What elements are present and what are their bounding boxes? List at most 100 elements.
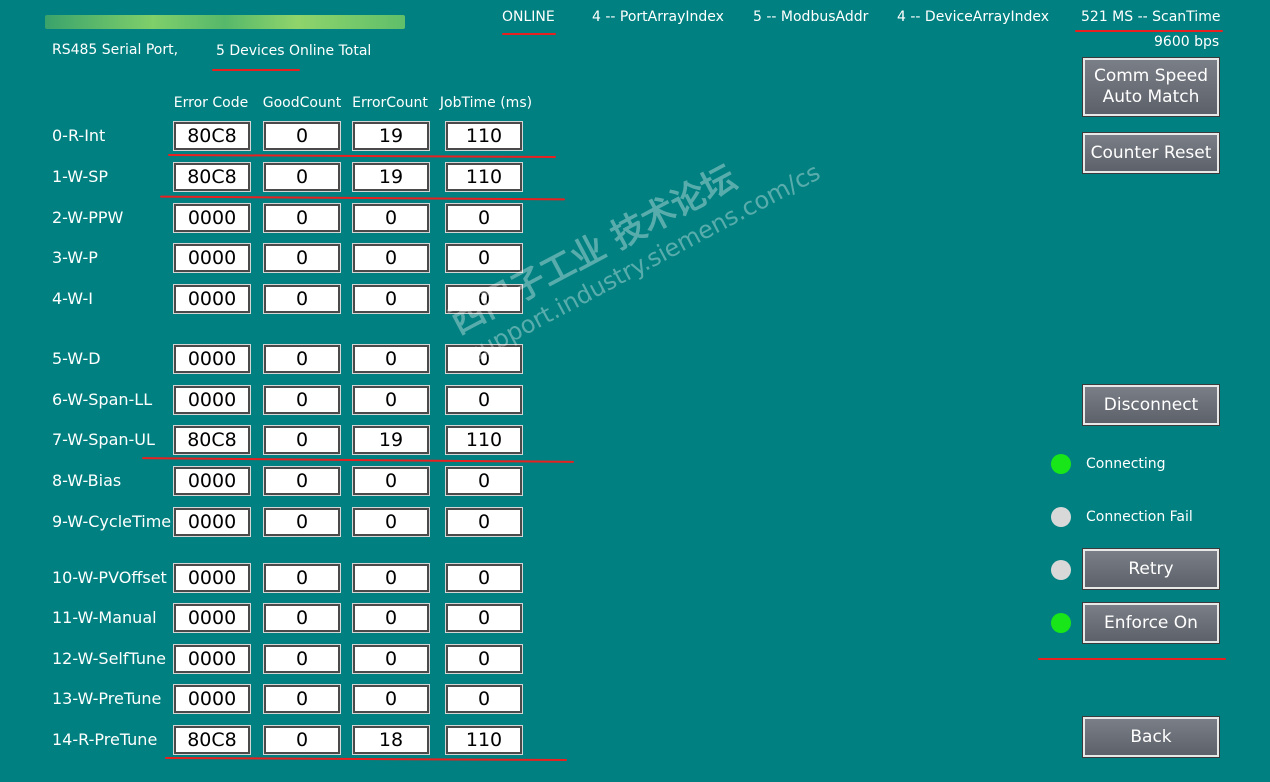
- job-time-field: 0: [445, 466, 523, 496]
- error-count-field: 0: [352, 385, 430, 415]
- error-count-field: 0: [352, 344, 430, 374]
- good-count-field: 0: [263, 121, 341, 151]
- job-time-field: 0: [445, 644, 523, 674]
- error-count-field: 0: [352, 603, 430, 633]
- row-label: 10-W-PVOffset: [52, 568, 167, 587]
- disconnect-button[interactable]: Disconnect: [1082, 384, 1220, 426]
- title-bar: [45, 15, 405, 29]
- job-time-field: 0: [445, 684, 523, 714]
- error-count-field: 19: [352, 425, 430, 455]
- annotation-underline: [164, 756, 568, 762]
- error-code-field: 0000: [173, 243, 251, 273]
- connecting-indicator-lamp: [1051, 454, 1071, 474]
- good-count-field: 0: [263, 344, 341, 374]
- row-label: 9-W-CycleTime: [52, 512, 172, 531]
- good-count-field: 0: [263, 203, 341, 233]
- error-code-field: 0000: [173, 603, 251, 633]
- good-count-field: 0: [263, 725, 341, 755]
- row-label: 1-W-SP: [52, 167, 109, 186]
- error-count-field: 0: [352, 507, 430, 537]
- retry-indicator-lamp: [1051, 560, 1071, 580]
- connecting-label: Connecting: [1086, 456, 1166, 472]
- good-count-field: 0: [263, 385, 341, 415]
- good-count-field: 0: [263, 162, 341, 192]
- error-code-field: 0000: [173, 644, 251, 674]
- annotation-underline: [502, 33, 556, 35]
- error-count-field: 0: [352, 203, 430, 233]
- scan-time: 521 MS -- ScanTime: [1081, 9, 1221, 25]
- row-label: 14-R-PreTune: [52, 730, 158, 749]
- job-time-field: 110: [445, 162, 523, 192]
- enforce-on-button[interactable]: Enforce On: [1082, 602, 1220, 644]
- col-header-error-code: Error Code: [173, 95, 249, 111]
- col-header-good-count: GoodCount: [262, 95, 342, 111]
- job-time-field: 110: [445, 725, 523, 755]
- good-count-field: 0: [263, 466, 341, 496]
- col-header-error-count: ErrorCount: [352, 95, 428, 111]
- port-array-index: 4 -- PortArrayIndex: [592, 9, 724, 25]
- annotation-underline: [141, 457, 575, 463]
- row-label: 12-W-SelfTune: [52, 649, 166, 668]
- error-count-field: 0: [352, 466, 430, 496]
- error-code-field: 0000: [173, 284, 251, 314]
- good-count-field: 0: [263, 284, 341, 314]
- job-time-field: 0: [445, 385, 523, 415]
- job-time-field: 110: [445, 425, 523, 455]
- good-count-field: 0: [263, 243, 341, 273]
- error-count-field: 19: [352, 121, 430, 151]
- good-count-field: 0: [263, 644, 341, 674]
- back-button[interactable]: Back: [1082, 716, 1220, 758]
- error-code-field: 0000: [173, 563, 251, 593]
- good-count-field: 0: [263, 684, 341, 714]
- job-time-field: 0: [445, 603, 523, 633]
- online-status: ONLINE: [502, 9, 555, 25]
- good-count-field: 0: [263, 603, 341, 633]
- job-time-field: 0: [445, 203, 523, 233]
- error-count-field: 0: [352, 243, 430, 273]
- error-count-field: 0: [352, 563, 430, 593]
- port-text: RS485 Serial Port,: [52, 42, 179, 58]
- modbus-addr: 5 -- ModbusAddr: [753, 9, 869, 25]
- row-label: 4-W-I: [52, 289, 93, 308]
- error-code-field: 80C8: [173, 162, 251, 192]
- good-count-field: 0: [263, 425, 341, 455]
- row-label: 13-W-PreTune: [52, 689, 162, 708]
- counter-reset-button[interactable]: Counter Reset: [1082, 132, 1220, 174]
- baud-rate: 9600 bps: [1154, 34, 1220, 50]
- error-count-field: 19: [352, 162, 430, 192]
- error-code-field: 0000: [173, 507, 251, 537]
- error-code-field: 80C8: [173, 121, 251, 151]
- enforce-indicator-lamp: [1051, 613, 1071, 633]
- good-count-field: 0: [263, 563, 341, 593]
- retry-button[interactable]: Retry: [1082, 548, 1220, 590]
- error-code-field: 0000: [173, 684, 251, 714]
- annotation-underline: [167, 153, 557, 159]
- error-code-field: 0000: [173, 344, 251, 374]
- good-count-field: 0: [263, 507, 341, 537]
- connection-fail-indicator-lamp: [1051, 507, 1071, 527]
- col-header-job-time: JobTime (ms): [439, 95, 533, 111]
- row-label: 5-W-D: [52, 349, 101, 368]
- error-code-field: 0000: [173, 203, 251, 233]
- job-time-field: 0: [445, 563, 523, 593]
- row-label: 7-W-Span-UL: [52, 430, 155, 449]
- job-time-field: 110: [445, 121, 523, 151]
- devices-online-text: 5 Devices Online Total: [216, 43, 372, 59]
- row-label: 0-R-Int: [52, 126, 106, 145]
- row-label: 3-W-P: [52, 248, 98, 267]
- error-code-field: 0000: [173, 466, 251, 496]
- annotation-underline: [1075, 30, 1223, 32]
- error-code-field: 80C8: [173, 725, 251, 755]
- error-count-field: 0: [352, 644, 430, 674]
- annotation-underline: [212, 69, 300, 71]
- device-array-index: 4 -- DeviceArrayIndex: [897, 9, 1050, 25]
- comm-speed-auto-match-button[interactable]: Comm Speed Auto Match: [1082, 57, 1220, 117]
- error-code-field: 80C8: [173, 425, 251, 455]
- error-code-field: 0000: [173, 385, 251, 415]
- error-count-field: 0: [352, 284, 430, 314]
- annotation-underline: [159, 195, 566, 201]
- job-time-field: 0: [445, 507, 523, 537]
- connection-fail-label: Connection Fail: [1086, 509, 1193, 525]
- row-label: 11-W-Manual: [52, 608, 157, 627]
- annotation-underline: [1038, 658, 1226, 660]
